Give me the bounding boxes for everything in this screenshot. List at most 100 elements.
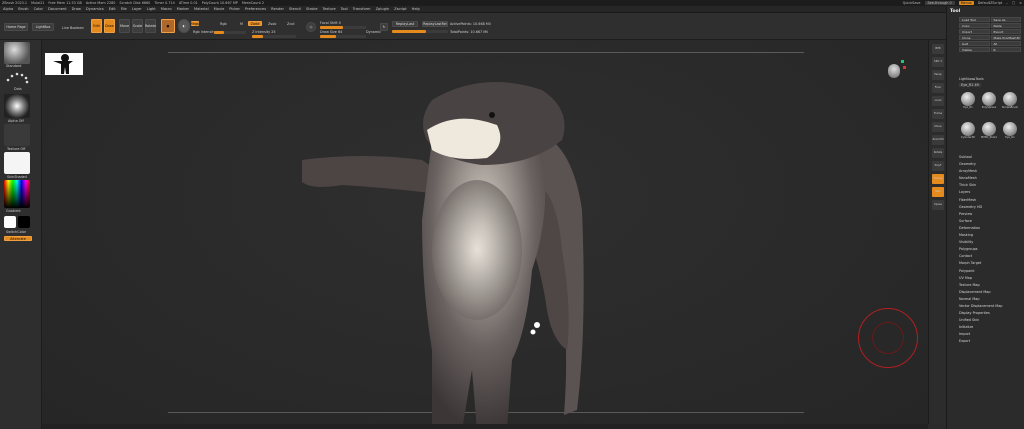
shelf-button-xpose[interactable]: Xpose: [932, 200, 944, 210]
menu-color[interactable]: Color: [34, 7, 43, 11]
tool-thumbnail[interactable]: Eye_R1: [1001, 120, 1019, 148]
shelf-button-move[interactable]: Move: [932, 122, 944, 132]
shelf-button-polyf[interactable]: PolyF: [932, 161, 944, 171]
tool-button-r[interactable]: R: [990, 47, 1021, 52]
mrgb-button[interactable]: Mrgb: [191, 21, 199, 26]
tool-section-polypaint[interactable]: Polypaint: [959, 269, 1021, 276]
menu-dynamics[interactable]: Dynamics: [86, 7, 104, 11]
default-zscript-button[interactable]: DefaultZScript: [978, 1, 1003, 5]
tool-section-polygroups[interactable]: Polygroups: [959, 247, 1021, 254]
tool-section-deformation[interactable]: Deformation: [959, 226, 1021, 233]
main-color-swatch[interactable]: [4, 216, 16, 228]
menu-zplugin[interactable]: Zplugin: [376, 7, 390, 11]
tool-palette-title[interactable]: Tool: [950, 9, 960, 14]
tool-button-clone[interactable]: Clone: [959, 35, 990, 40]
menu-tool[interactable]: Tool: [341, 7, 348, 11]
menus-button[interactable]: Menus: [958, 1, 974, 5]
menu-movie[interactable]: Movie: [214, 7, 225, 11]
draw-size-slider[interactable]: [320, 35, 366, 38]
tool-section-subtool[interactable]: Subtool: [959, 155, 1021, 162]
tool-section-nanomesh[interactable]: NanoMesh: [959, 176, 1021, 183]
shelf-button-persp[interactable]: Persp: [932, 70, 944, 80]
scale-button[interactable]: Scale: [132, 19, 143, 33]
tool-section-surface[interactable]: Surface: [959, 219, 1021, 226]
tool-button-export[interactable]: Export: [990, 29, 1021, 34]
menu-preferences[interactable]: Preferences: [245, 7, 266, 11]
zadd-button[interactable]: Zadd: [248, 21, 262, 26]
shelf-button-solo[interactable]: Solo: [932, 187, 944, 197]
navigator-thumbnail[interactable]: [45, 53, 83, 75]
tool-section-import[interactable]: Import: [959, 332, 1021, 339]
z-intensity-slider[interactable]: [252, 35, 296, 38]
shelf-button-rotate[interactable]: Rotate: [932, 148, 944, 158]
menu-edit[interactable]: Edit: [109, 7, 116, 11]
close-icon[interactable]: ×: [1019, 1, 1022, 5]
brush-thumbnail[interactable]: [4, 42, 30, 64]
material-thumbnail[interactable]: [4, 152, 30, 174]
tool-thumbnail[interactable]: PolySphere: [980, 90, 998, 118]
menu-light[interactable]: Light: [147, 7, 156, 11]
tool-section-geometry-hd[interactable]: Geometry HD: [959, 205, 1021, 212]
tool-section-visibility[interactable]: Visibility: [959, 240, 1021, 247]
canvas-viewport[interactable]: [42, 40, 928, 429]
tool-section-initialize[interactable]: Initialize: [959, 325, 1021, 332]
maximize-icon[interactable]: □: [1012, 1, 1015, 5]
menu-render[interactable]: Render: [271, 7, 284, 11]
rotate-button[interactable]: Rotate: [145, 19, 156, 33]
tool-section-texture-map[interactable]: Texture Map: [959, 283, 1021, 290]
tool-button-make-polymesh3d[interactable]: Make PolyMesh3D: [990, 35, 1021, 40]
tool-button-save-as[interactable]: Save As: [990, 17, 1021, 22]
shelf-button-transp[interactable]: Transp: [932, 174, 944, 184]
tool-thumbnail[interactable]: Cylinder3D: [959, 120, 977, 148]
tool-button-copy[interactable]: Copy: [959, 23, 990, 28]
tool-thumbnail[interactable]: SimpleBrush: [1001, 90, 1019, 118]
alternate-button[interactable]: Alternate: [4, 236, 32, 241]
alpha-thumbnail[interactable]: [4, 94, 30, 118]
tool-section-vector-displacement-map[interactable]: Vector Displacement Map: [959, 304, 1021, 311]
menu-layer[interactable]: Layer: [132, 7, 142, 11]
tool-button-import[interactable]: Import: [959, 29, 990, 34]
draw-button[interactable]: Draw: [104, 19, 115, 33]
menu-material[interactable]: Material: [194, 7, 209, 11]
shelf-button-local[interactable]: Local: [932, 96, 944, 106]
polish-slider[interactable]: [392, 30, 448, 33]
switch-color-button[interactable]: SwitchColor: [6, 230, 26, 234]
shelf-button-zoom3d[interactable]: Zoom3D: [932, 135, 944, 145]
tool-section-preview[interactable]: Preview: [959, 212, 1021, 219]
tool-section-export[interactable]: Export: [959, 339, 1021, 346]
menu-help[interactable]: Help: [412, 7, 420, 11]
tool-button-paste[interactable]: Paste: [990, 23, 1021, 28]
tool-section-displacement-map[interactable]: Displacement Map: [959, 290, 1021, 297]
menu-stroke[interactable]: Stroke: [306, 7, 317, 11]
shelf-button-bpr[interactable]: BPR: [932, 44, 944, 54]
menu-transform[interactable]: Transform: [353, 7, 371, 11]
m-button[interactable]: M: [240, 22, 243, 26]
tool-section-fibermesh[interactable]: FiberMesh: [959, 198, 1021, 205]
rgb-intensity-slider[interactable]: [214, 31, 246, 34]
shelf-button-spix-3[interactable]: SPix 3: [932, 57, 944, 67]
texture-sphere[interactable]: ◐: [178, 19, 190, 33]
menu-macro[interactable]: Macro: [161, 7, 172, 11]
secondary-color-swatch[interactable]: [18, 216, 30, 228]
tool-thumbnail[interactable]: PM3D_Shark: [980, 120, 998, 148]
see-through-slider[interactable]: See-through 0: [924, 1, 955, 5]
current-tool-slider[interactable]: Eye_R1 49: [959, 83, 981, 87]
menu-zscript[interactable]: Zscript: [394, 7, 406, 11]
tool-section-display-properties[interactable]: Display Properties: [959, 311, 1021, 318]
lightbox-button[interactable]: LightBox: [32, 23, 54, 31]
replay-last-rel-button[interactable]: ReplayLastRel: [422, 21, 448, 27]
tool-button-goz[interactable]: GoZ: [959, 41, 990, 46]
tool-section-geometry[interactable]: Geometry: [959, 162, 1021, 169]
menu-draw[interactable]: Draw: [72, 7, 81, 11]
menu-stencil[interactable]: Stencil: [289, 7, 301, 11]
menu-file[interactable]: File: [121, 7, 127, 11]
replay-last-button[interactable]: ReplayLast: [392, 21, 418, 27]
menu-document[interactable]: Document: [48, 7, 67, 11]
replay-icon[interactable]: ↻: [380, 23, 388, 31]
tool-button-visible[interactable]: Visible: [959, 47, 990, 52]
menu-texture[interactable]: Texture: [323, 7, 336, 11]
menu-picker[interactable]: Picker: [229, 7, 240, 11]
stroke-thumbnail[interactable]: [4, 68, 30, 86]
edit-button[interactable]: Edit: [91, 19, 102, 33]
tool-section-morph-target[interactable]: Morph Target: [959, 261, 1021, 268]
